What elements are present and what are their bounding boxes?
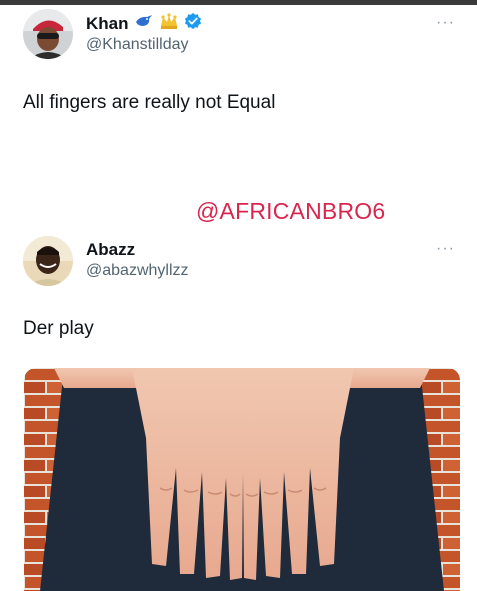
watermark-text: @AFRICANBRO6: [196, 198, 386, 224]
top-edge-bar: [0, 0, 477, 5]
bird-emoji-icon: [134, 14, 154, 33]
tweet-text: All fingers are really not Equal: [23, 92, 276, 113]
avatar-abazz[interactable]: [23, 236, 73, 286]
reply-more-options-icon[interactable]: ···: [436, 240, 455, 258]
verified-badge-icon: [184, 12, 202, 35]
reply-display-name[interactable]: Abazz: [86, 240, 135, 260]
reply-handle[interactable]: @abazwhyllzz: [86, 262, 189, 280]
author-handle[interactable]: @Khanstillday: [86, 36, 189, 54]
tweet-media-image[interactable]: [24, 368, 460, 591]
author-name-row: Khan: [86, 12, 202, 35]
more-options-icon[interactable]: ···: [436, 14, 455, 32]
reply-text: Der play: [23, 318, 94, 339]
avatar-khan[interactable]: [23, 9, 73, 59]
crown-emoji-icon: [159, 12, 179, 35]
author-display-name[interactable]: Khan: [86, 14, 129, 34]
